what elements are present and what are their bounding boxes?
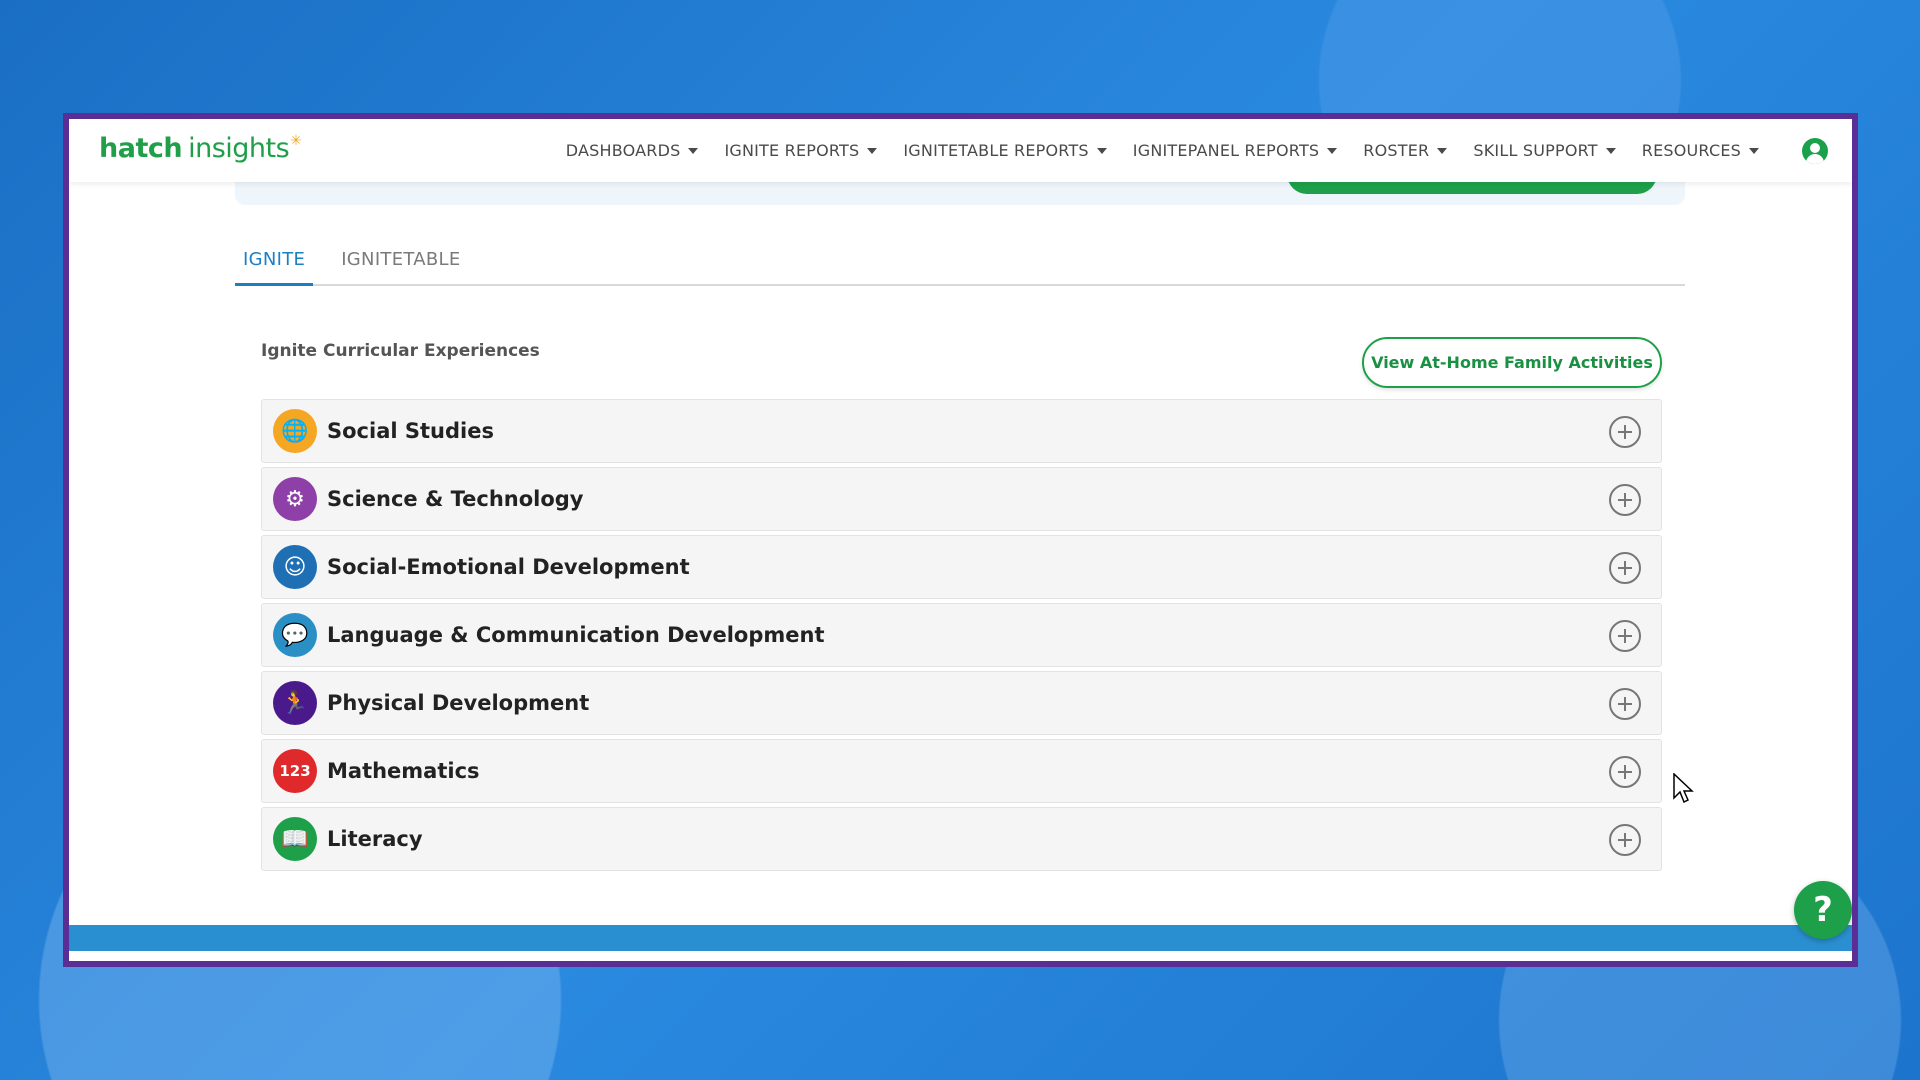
accordion-label: Literacy <box>327 827 423 851</box>
numbers-icon: 123 <box>273 749 317 793</box>
mouse-cursor-icon <box>1673 773 1694 804</box>
app-screen: hatch insights ✳ DASHBOARDS IGNITE REPOR… <box>69 119 1852 961</box>
accordion-label: Social Studies <box>327 419 494 443</box>
expand-plus-icon[interactable] <box>1609 824 1641 856</box>
book-icon: 📖 <box>273 817 317 861</box>
nav-label: RESOURCES <box>1641 141 1741 160</box>
accordion-row[interactable]: 🌐 Social Studies <box>261 399 1662 463</box>
running-figure-icon: 🏃 <box>273 681 317 725</box>
accordion-row[interactable]: 123 Mathematics <box>261 739 1662 803</box>
nav-label: ROSTER <box>1363 141 1430 160</box>
accordion-row[interactable]: ☺ Social-Emotional Development <box>261 535 1662 599</box>
view-family-activities-button[interactable]: View At-Home Family Activities <box>1362 337 1662 388</box>
nav-ignite-reports[interactable]: IGNITE REPORTS <box>711 141 890 160</box>
nav-label: IGNITE REPORTS <box>724 141 860 160</box>
expand-plus-icon[interactable] <box>1609 416 1641 448</box>
accordion-label: Social-Emotional Development <box>327 555 690 579</box>
accordion-label: Physical Development <box>327 691 590 715</box>
tab-ignite[interactable]: IGNITE <box>235 241 314 286</box>
caret-down-icon <box>688 147 699 154</box>
curricular-accordion: 🌐 Social Studies ⚙ Science & Technology ☺ Soc… <box>261 399 1662 875</box>
gears-icon: ⚙ <box>273 477 317 521</box>
caret-down-icon <box>1096 147 1107 154</box>
main-nav: DASHBOARDS IGNITE REPORTS IGNITETABLE RE… <box>553 119 1772 182</box>
caret-down-icon <box>1749 147 1759 154</box>
accordion-row[interactable]: 💬 Language & Communication Development <box>261 603 1662 667</box>
accordion-label: Language & Communication Development <box>327 623 825 647</box>
expand-plus-icon[interactable] <box>1609 756 1641 788</box>
top-navbar: hatch insights ✳ DASHBOARDS IGNITE REPOR… <box>69 119 1852 182</box>
accordion-label: Science & Technology <box>327 487 584 511</box>
footer-bar <box>69 925 1852 951</box>
nav-label: SKILL SUPPORT <box>1473 141 1598 160</box>
nav-label: IGNITETABLE REPORTS <box>903 141 1089 160</box>
logo-bold-text: hatch <box>99 133 183 164</box>
nav-ignitepanel-reports[interactable]: IGNITEPANEL REPORTS <box>1120 141 1351 160</box>
user-icon-head <box>1810 143 1820 153</box>
accordion-row[interactable]: 🏃 Physical Development <box>261 671 1662 735</box>
logo-regular-text: insights <box>188 133 290 164</box>
section-title: Ignite Curricular Experiences <box>261 341 540 361</box>
help-button[interactable]: ? <box>1794 881 1852 939</box>
caret-down-icon <box>867 147 878 154</box>
accordion-row[interactable]: 📖 Literacy <box>261 807 1662 871</box>
expand-plus-icon[interactable] <box>1609 688 1641 720</box>
tab-bar: IGNITE IGNITETABLE <box>235 241 1685 286</box>
nav-label: DASHBOARDS <box>565 141 681 160</box>
nav-skill-support[interactable]: SKILL SUPPORT <box>1460 141 1628 160</box>
logo-spark-icon: ✳ <box>290 133 302 149</box>
user-icon-body <box>1806 154 1824 164</box>
video-frame: hatch insights ✳ DASHBOARDS IGNITE REPOR… <box>63 113 1858 967</box>
accordion-row[interactable]: ⚙ Science & Technology <box>261 467 1662 531</box>
caret-down-icon <box>1605 147 1616 154</box>
caret-down-icon <box>1327 147 1338 154</box>
expand-plus-icon[interactable] <box>1609 552 1641 584</box>
nav-dashboards[interactable]: DASHBOARDS <box>553 141 712 160</box>
user-icon[interactable] <box>1802 138 1828 164</box>
caret-down-icon <box>1437 147 1448 154</box>
nav-ignitetable-reports[interactable]: IGNITETABLE REPORTS <box>890 141 1119 160</box>
nav-label: IGNITEPANEL REPORTS <box>1132 141 1320 160</box>
globe-icon: 🌐 <box>273 409 317 453</box>
tab-ignitetable[interactable]: IGNITETABLE <box>333 241 468 286</box>
expand-plus-icon[interactable] <box>1609 620 1641 652</box>
accordion-label: Mathematics <box>327 759 480 783</box>
nav-roster[interactable]: ROSTER <box>1350 141 1460 160</box>
nav-resources[interactable]: RESOURCES <box>1629 141 1772 160</box>
speech-bubble-icon: 💬 <box>273 613 317 657</box>
faces-icon: ☺ <box>273 545 317 589</box>
expand-plus-icon[interactable] <box>1609 484 1641 516</box>
hatch-insights-logo[interactable]: hatch insights ✳ <box>99 133 302 164</box>
